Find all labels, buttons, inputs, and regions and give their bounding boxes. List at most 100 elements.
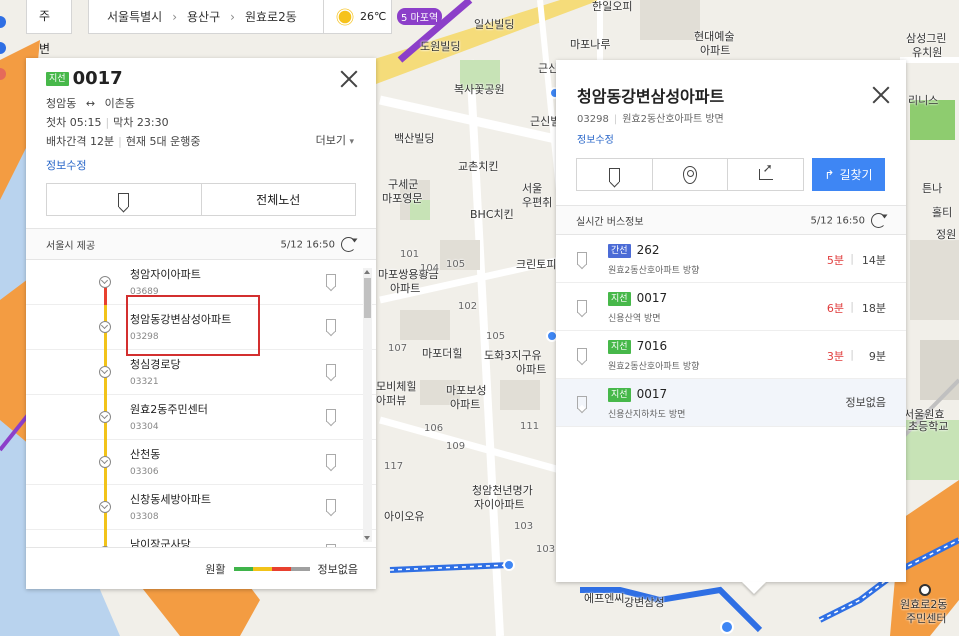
arrival-row[interactable]: 지선 0017 신용산지하차도 방면 정보없음	[556, 379, 906, 427]
stop-item[interactable]: 남이장군사당	[26, 530, 376, 547]
refresh-icon[interactable]	[341, 236, 356, 252]
map-label: 105	[446, 259, 466, 270]
breadcrumb-district[interactable]: 용산구	[187, 8, 220, 25]
map-label: 마포영문	[382, 192, 423, 205]
divider: |	[850, 348, 854, 361]
map-label: 유치원	[912, 46, 943, 59]
roadview-button[interactable]	[651, 159, 728, 190]
map-label: 103	[536, 544, 556, 555]
sun-icon	[338, 10, 352, 23]
full-route-button[interactable]: 전체노선	[200, 184, 356, 215]
traffic-segment	[104, 530, 107, 547]
arrival-list: 간선 262 원효2동산호아파트 방향 5분 | 14분 지선 0017 신용산역 …	[556, 235, 906, 427]
legend-red	[271, 566, 291, 571]
bookmark-button[interactable]	[47, 184, 201, 215]
arrival-time-first: 3분	[826, 350, 844, 363]
updated-time: 5/12 16:50	[810, 215, 865, 226]
map-label: 마포나루	[570, 38, 611, 51]
selected-bus-stop-marker-icon[interactable]	[720, 620, 734, 634]
divider: |	[850, 300, 854, 313]
legend-color-bar	[233, 566, 310, 571]
map-label: 리니스	[908, 94, 939, 107]
directions-button[interactable]: ↱ 길찾기	[812, 158, 885, 191]
first-last-bus: 첫차 05:15 | 막차 23:30	[46, 116, 169, 129]
scroll-down-icon[interactable]	[364, 536, 370, 540]
share-button[interactable]	[727, 159, 803, 190]
route-type-badge: 지선	[608, 387, 631, 402]
bookmark-icon[interactable]	[326, 499, 336, 512]
map-label: 청암천년명가	[472, 484, 533, 497]
edit-info-link[interactable]: 정보수정	[577, 131, 614, 146]
bookmark-button[interactable]	[577, 159, 652, 190]
route-type-badge: 지선	[608, 291, 631, 306]
stop-list: 청암자이아파트 03689 청암동강변삼성아파트 03298 청심경로당 033…	[26, 260, 376, 547]
bookmark-icon[interactable]	[577, 396, 587, 409]
stop-item[interactable]: 원효2동주민센터 03304	[26, 395, 376, 440]
divider: |	[850, 252, 854, 265]
provider-bar: 서울시 제공 5/12 16:50	[26, 228, 376, 260]
map-label: 초등학교	[908, 420, 949, 433]
stop-item[interactable]: 청암자이아파트 03689	[26, 260, 376, 305]
map-label: 101	[400, 249, 420, 260]
route-type-badge: 지선	[46, 71, 69, 86]
breadcrumb-city[interactable]: 서울특별시	[107, 8, 162, 25]
edit-info-link[interactable]: 정보수정	[46, 157, 86, 173]
stop-item[interactable]: 산천동 03306	[26, 440, 376, 485]
stop-name: 청암동강변삼성아파트	[130, 313, 232, 326]
layer-dot-icon[interactable]	[0, 68, 6, 80]
map-label: BHC치킨	[470, 208, 514, 221]
stop-item[interactable]: 신창동세방아파트 03308	[26, 485, 376, 530]
interval-info: 배차간격 12분 | 현재 5대 운행중	[46, 135, 201, 148]
stop-meta: 03298 | 원효2동산호아파트 방면	[577, 114, 724, 125]
more-button[interactable]: 더보기 ▾	[316, 132, 354, 148]
layer-dot-icon[interactable]	[0, 16, 6, 28]
scrollbar-thumb[interactable]	[364, 278, 371, 318]
directions-arrow-icon: ↱	[824, 167, 835, 182]
stop-node-icon	[99, 411, 111, 423]
map-label: 서울	[522, 182, 543, 195]
map-label: 104	[420, 263, 440, 274]
close-icon[interactable]	[340, 70, 358, 88]
arrival-time-second: 9분	[868, 350, 886, 363]
arrival-row[interactable]: 지선 0017 신용산역 방면 6분 | 18분	[556, 283, 906, 331]
arrival-row[interactable]: 간선 262 원효2동산호아파트 방향 5분 | 14분	[556, 235, 906, 283]
breadcrumb-dong[interactable]: 원효로2동	[245, 8, 297, 25]
route-end: 이촌동	[104, 97, 135, 110]
bookmark-icon[interactable]	[577, 300, 587, 313]
stop-item[interactable]: 청암동강변삼성아파트 03298	[26, 305, 376, 350]
map-label: 일신빌딩	[474, 18, 515, 31]
scroll-up-icon[interactable]	[364, 270, 370, 274]
nearby-button[interactable]: 주변	[26, 0, 72, 56]
weather-widget[interactable]: 26℃	[324, 0, 392, 34]
bookmark-icon[interactable]	[326, 274, 336, 287]
map-label: 강변삼성	[624, 596, 665, 609]
arrival-row[interactable]: 지선 7016 원효2동산호아파트 방향 3분 | 9분	[556, 331, 906, 379]
refresh-icon[interactable]	[871, 212, 886, 228]
traffic-legend: 원활 정보없음	[26, 547, 376, 589]
map-label: 111	[520, 421, 540, 432]
bookmark-icon[interactable]	[326, 364, 336, 377]
close-icon[interactable]	[872, 86, 890, 104]
realtime-label: 실시간 버스정보	[576, 216, 644, 228]
subway-station-badge[interactable]: 5 마포역	[397, 8, 443, 25]
bookmark-icon[interactable]	[326, 409, 336, 422]
stop-node-icon	[99, 321, 111, 333]
layer-dot-icon[interactable]	[0, 42, 6, 54]
route-type-badge: 지선	[608, 339, 631, 354]
map-label: 모비체힐	[376, 380, 417, 393]
bookmark-icon	[118, 192, 130, 207]
breadcrumb: 서울특별시 › 용산구 › 원효로2동	[88, 0, 324, 34]
map-label: 아파트	[516, 363, 547, 376]
bookmark-icon[interactable]	[577, 252, 587, 265]
map-label: 정원	[936, 228, 957, 241]
bookmark-icon[interactable]	[326, 454, 336, 467]
map-label: 튼나	[922, 182, 943, 195]
stop-item[interactable]: 청심경로당 03321	[26, 350, 376, 395]
stop-list-scrollbar[interactable]	[363, 268, 372, 542]
route-actions: 전체노선	[46, 183, 356, 216]
bus-stop-marker-icon[interactable]	[503, 559, 515, 571]
bookmark-icon[interactable]	[326, 319, 336, 332]
map-label: 백산빌딩	[394, 132, 435, 145]
map-label: 105	[486, 331, 506, 342]
bookmark-icon[interactable]	[577, 348, 587, 361]
